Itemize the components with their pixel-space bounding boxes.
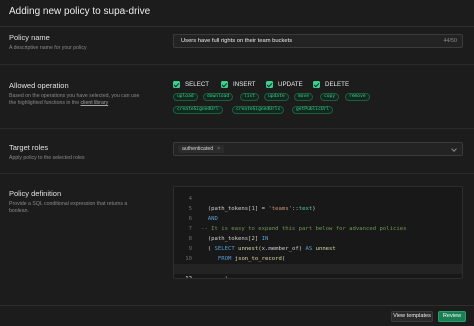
policy-name-label: Policy name xyxy=(9,33,50,42)
policy-definition-description-line2: boolean. xyxy=(9,208,29,214)
fn-chip-getpublicurl: getPublicUrl xyxy=(292,106,334,114)
policy-name-input[interactable]: Users have full rights on their team buc… xyxy=(173,34,463,48)
policy-name-value: Users have full rights on their team buc… xyxy=(181,38,293,44)
code-line: 8 ( SELECT unnest(x.member_of) AS unnest xyxy=(174,224,462,252)
fn-chip-move: move xyxy=(294,93,314,101)
remove-role-icon[interactable]: × xyxy=(217,146,220,152)
panel-header: Adding new policy to supa-drive xyxy=(0,0,474,27)
fn-chip-upload: upload xyxy=(173,93,198,101)
code-line: 10 (get_my_claim('team'::text))::json) x… xyxy=(174,244,462,272)
op-insert-checkbox[interactable]: INSERT xyxy=(221,81,256,88)
op-delete-label: DELETE xyxy=(325,81,350,88)
policy-definition-label: Policy definition xyxy=(9,189,62,198)
role-tag-label: authenticated xyxy=(182,146,214,152)
check-icon xyxy=(266,81,273,88)
target-roles-select[interactable]: authenticated × xyxy=(173,142,463,156)
policy-definition-description-line1: Provide a SQL conditional expression tha… xyxy=(9,201,128,207)
policy-name-description: A descriptive name for your policy xyxy=(9,45,87,51)
allowed-operation-section: Allowed operation Based on the operation… xyxy=(0,65,474,129)
role-tag-authenticated: authenticated × xyxy=(178,145,225,153)
code-line: 4 (path_tokens[1] = 'teams'::text) xyxy=(174,187,462,212)
allowed-operation-label: Allowed operation xyxy=(9,81,69,90)
review-button[interactable]: Review xyxy=(438,311,466,322)
op-select-label: SELECT xyxy=(185,81,210,88)
op-select-checkbox[interactable]: SELECT xyxy=(173,81,209,88)
fn-chip-download: download xyxy=(203,93,234,101)
view-templates-button[interactable]: View templates xyxy=(391,311,433,322)
code-line: 6 -- It is easy to expand this part belo… xyxy=(174,204,462,232)
policy-editor-panel: Adding new policy to supa-drive Policy n… xyxy=(0,0,474,326)
check-icon xyxy=(221,81,228,88)
allowed-operation-description-line2: the highlighted functions in the xyxy=(9,100,80,106)
code-line: 5 AND xyxy=(174,194,462,222)
code-line: 7 (path_tokens[2] IN xyxy=(174,214,462,242)
op-update-checkbox[interactable]: UPDATE xyxy=(266,81,303,88)
check-icon xyxy=(173,81,180,88)
fn-chip-createsignedurl: createSignedUrl xyxy=(173,106,223,114)
fn-chip-update: update xyxy=(264,93,289,101)
op-insert-label: INSERT xyxy=(233,81,256,88)
client-library-link[interactable]: client library xyxy=(81,100,109,106)
fn-chip-createsignedurls: createSignedUrls xyxy=(232,106,285,114)
sql-editor[interactable]: 4 (path_tokens[1] = 'teams'::text) 5 AND… xyxy=(173,186,463,279)
check-icon xyxy=(313,81,320,88)
code-line: 13 ) xyxy=(174,274,462,278)
fn-chip-list: list xyxy=(240,93,260,101)
op-update-label: UPDATE xyxy=(278,81,303,88)
op-delete-checkbox[interactable]: DELETE xyxy=(313,81,349,88)
chevron-down-icon[interactable] xyxy=(451,146,457,152)
page-title: Adding new policy to supa-drive xyxy=(9,6,151,17)
code-line-active: 12 ) xyxy=(174,264,462,278)
panel-footer: View templates Review xyxy=(0,305,474,326)
fn-chip-copy: copy xyxy=(320,93,340,101)
code-line: 9 FROM json_to_record( xyxy=(174,234,462,262)
fn-chip-remove: remove xyxy=(345,93,370,101)
target-roles-label: Target roles xyxy=(9,143,49,152)
code-line: 11 ) xyxy=(174,254,462,278)
allowed-operation-description-line1: Based on the operations you have selecte… xyxy=(9,93,140,99)
target-roles-description: Apply policy to the selected roles xyxy=(9,155,85,161)
policy-name-char-count: 44/50 xyxy=(443,38,458,44)
